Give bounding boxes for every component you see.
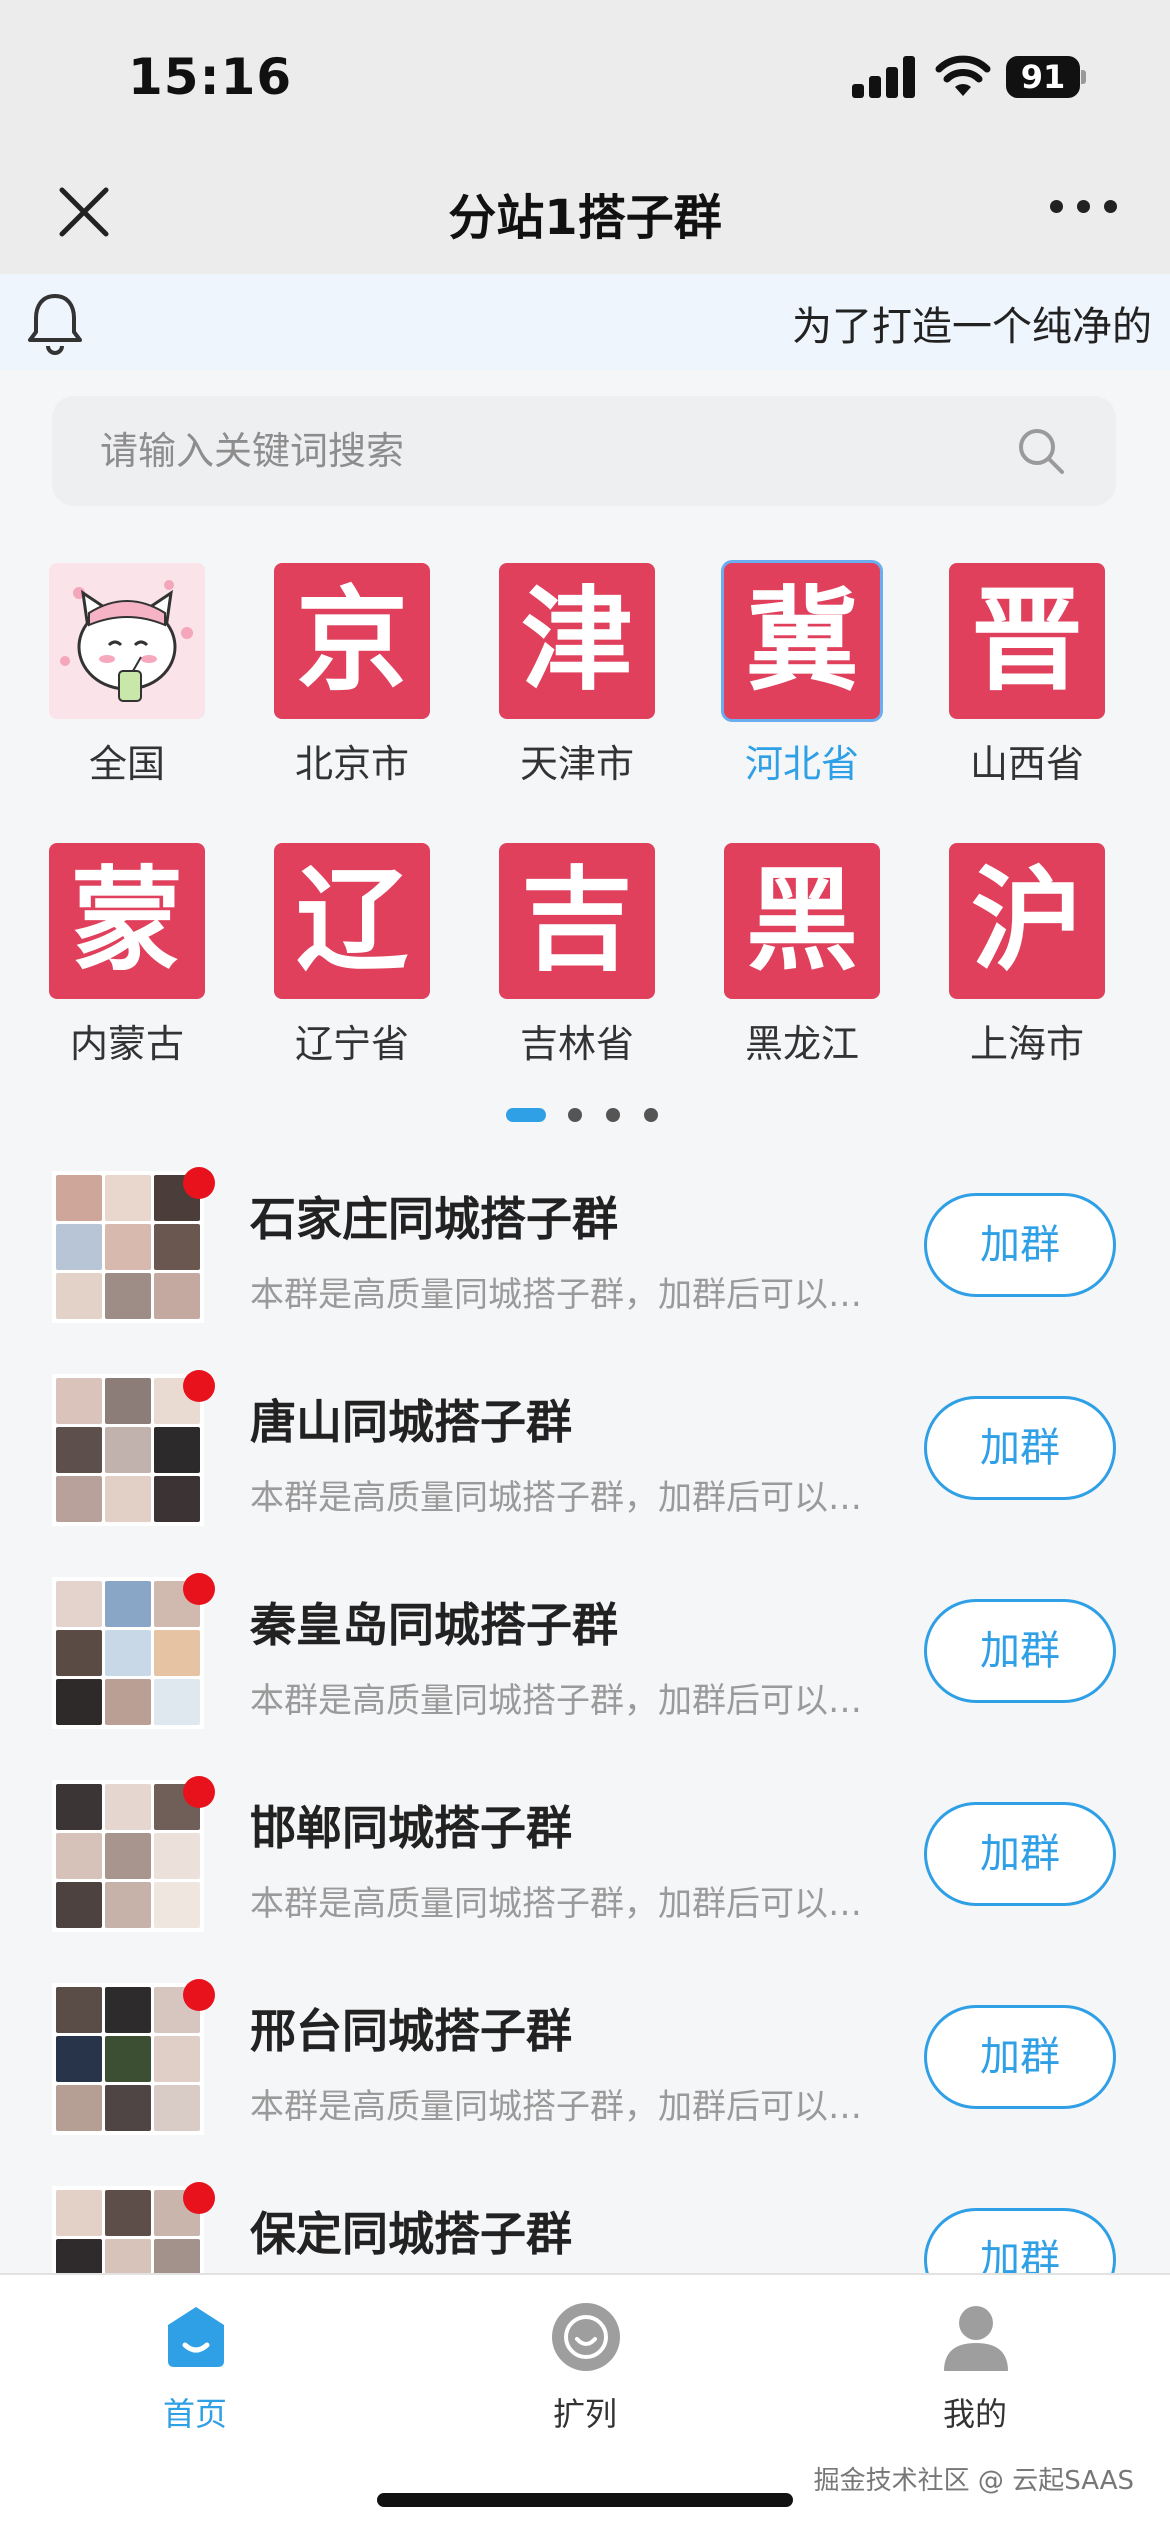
join-group-button[interactable]: 加群 <box>924 1599 1116 1703</box>
search-icon[interactable] <box>1016 426 1066 476</box>
page-indicator <box>0 1105 1170 1125</box>
battery-icon: 91 <box>1006 56 1086 98</box>
region-name: 全国 <box>88 742 165 786</box>
region-tile: 京 <box>274 563 430 719</box>
region-item[interactable]: 全国 <box>48 563 206 793</box>
region-name: 辽宁省 <box>294 1022 409 1066</box>
group-description: 本群是高质量同城搭子群，加群后可以… <box>250 2087 862 2127</box>
bell-icon <box>28 294 82 355</box>
group-row[interactable]: 邯郸同城搭子群本群是高质量同城搭子群，加群后可以… 加群 <box>0 1764 1170 1967</box>
region-name: 吉林省 <box>519 1022 634 1066</box>
profile-icon <box>944 2306 1008 2371</box>
region-item[interactable]: 津天津市 <box>498 563 656 793</box>
search-box[interactable] <box>52 396 1116 506</box>
tab-profile[interactable]: 我的 <box>780 2275 1170 2433</box>
region-item[interactable]: 晋山西省 <box>948 563 1106 793</box>
region-tile: 冀 <box>724 563 880 719</box>
region-item[interactable]: 蒙内蒙古 <box>48 843 206 1073</box>
tab-discover-label: 扩列 <box>552 2395 617 2433</box>
join-group-button[interactable]: 加群 <box>924 1193 1116 1297</box>
join-group-button[interactable]: 加群 <box>924 1396 1116 1500</box>
group-avatar-collage <box>52 1780 204 1932</box>
region-tile: 吉 <box>499 843 655 999</box>
group-title: 石家庄同城搭子群 <box>250 1192 618 1246</box>
battery-level: 91 <box>1006 56 1080 98</box>
group-row[interactable]: 邢台同城搭子群本群是高质量同城搭子群，加群后可以… 加群 <box>0 1967 1170 2170</box>
group-row[interactable]: 保定同城搭子群 加群 <box>0 2170 1170 2273</box>
wifi-icon <box>935 55 991 96</box>
region-item[interactable]: 辽辽宁省 <box>273 843 431 1073</box>
region-item[interactable]: 冀河北省 <box>723 563 881 793</box>
unread-badge <box>183 1370 215 1402</box>
group-row[interactable]: 唐山同城搭子群本群是高质量同城搭子群，加群后可以… 加群 <box>0 1358 1170 1561</box>
join-group-button[interactable]: 加群 <box>924 2005 1116 2109</box>
watermark: 掘金技术社区 @ 云起SAAS <box>813 2466 1134 2496</box>
nav-bar: 分站1搭子群 <box>0 140 1170 274</box>
group-row[interactable]: 石家庄同城搭子群本群是高质量同城搭子群，加群后可以… 加群 <box>0 1155 1170 1358</box>
search-section <box>0 370 1170 535</box>
group-title: 邢台同城搭子群 <box>250 2004 572 2058</box>
page-dot[interactable] <box>644 1108 658 1122</box>
region-name: 山西省 <box>969 742 1084 786</box>
region-name: 黑龙江 <box>744 1022 859 1066</box>
region-tile: 津 <box>499 563 655 719</box>
region-name: 北京市 <box>294 742 409 786</box>
page-dot[interactable] <box>606 1108 620 1122</box>
tab-profile-label: 我的 <box>942 2395 1007 2433</box>
group-row[interactable]: 秦皇岛同城搭子群本群是高质量同城搭子群，加群后可以… 加群 <box>0 1561 1170 1764</box>
group-title: 唐山同城搭子群 <box>250 1395 572 1449</box>
unread-badge <box>183 1573 215 1605</box>
join-group-button[interactable]: 加群 <box>924 2208 1116 2273</box>
region-item[interactable]: 沪上海市 <box>948 843 1106 1073</box>
group-list: 石家庄同城搭子群 本群是高质量同城搭子群，加群后可以… 加群 唐山同城搭子群 本群是高质… <box>0 1155 1170 2273</box>
region-tile: 辽 <box>274 843 430 999</box>
page-dot[interactable] <box>568 1108 582 1122</box>
cartoon-avatar-icon <box>49 563 205 719</box>
region-tile: 黑 <box>724 843 880 999</box>
region-item[interactable]: 黑黑龙江 <box>723 843 881 1073</box>
region-name: 天津市 <box>519 742 634 786</box>
unread-badge <box>183 1776 215 1808</box>
group-description: 本群是高质量同城搭子群，加群后可以… <box>250 1884 862 1924</box>
region-name: 河北省 <box>744 742 859 786</box>
join-group-button[interactable]: 加群 <box>924 1802 1116 1906</box>
tab-home[interactable]: 首页 <box>0 2275 390 2433</box>
group-description: 本群是高质量同城搭子群，加群后可以… <box>250 1478 862 1518</box>
group-avatar-collage <box>52 2186 204 2273</box>
region-name: 上海市 <box>969 1022 1084 1066</box>
page-title: 分站1搭子群 <box>448 190 722 246</box>
region-item[interactable]: 京北京市 <box>273 563 431 793</box>
notice-text: 为了打造一个纯净的 <box>792 304 1152 350</box>
region-tile: 晋 <box>949 563 1105 719</box>
group-avatar-collage <box>52 1577 204 1729</box>
region-panel: 全国京北京市津天津市冀河北省晋山西省蒙内蒙古辽辽宁省吉吉林省黑黑龙江沪上海市 <box>0 535 1170 1155</box>
group-description: 本群是高质量同城搭子群，加群后可以… <box>250 1275 862 1315</box>
group-title: 邯郸同城搭子群 <box>250 1801 572 1855</box>
cellular-signal-icon <box>852 56 916 98</box>
region-tile: 蒙 <box>49 843 205 999</box>
smile-icon <box>552 2303 620 2371</box>
unread-badge <box>183 1979 215 2011</box>
unread-badge <box>183 2182 215 2214</box>
search-input[interactable] <box>100 396 980 506</box>
group-avatar-collage <box>52 1983 204 2135</box>
page-dot-active[interactable] <box>506 1108 546 1122</box>
group-avatar-collage <box>52 1374 204 1526</box>
region-tile: 沪 <box>949 843 1105 999</box>
more-options-icon[interactable] <box>1050 190 1120 220</box>
group-description: 本群是高质量同城搭子群，加群后可以… <box>250 1681 862 1721</box>
tab-discover[interactable]: 扩列 <box>390 2275 780 2433</box>
region-item[interactable]: 吉吉林省 <box>498 843 656 1073</box>
status-time: 15:16 <box>128 48 293 106</box>
group-avatar-collage <box>52 1171 204 1323</box>
home-icon <box>168 2307 224 2367</box>
tab-bar: 首页 扩列 我的 掘金技术社区 @ 云起SAAS <box>0 2273 1170 2532</box>
unread-badge <box>183 1167 215 1199</box>
region-name: 内蒙古 <box>69 1022 184 1066</box>
tab-home-label: 首页 <box>162 2395 227 2433</box>
status-bar: 15:16 91 <box>0 0 1170 140</box>
group-title: 保定同城搭子群 <box>250 2207 572 2261</box>
group-title: 秦皇岛同城搭子群 <box>250 1598 618 1652</box>
home-indicator <box>377 2493 793 2507</box>
